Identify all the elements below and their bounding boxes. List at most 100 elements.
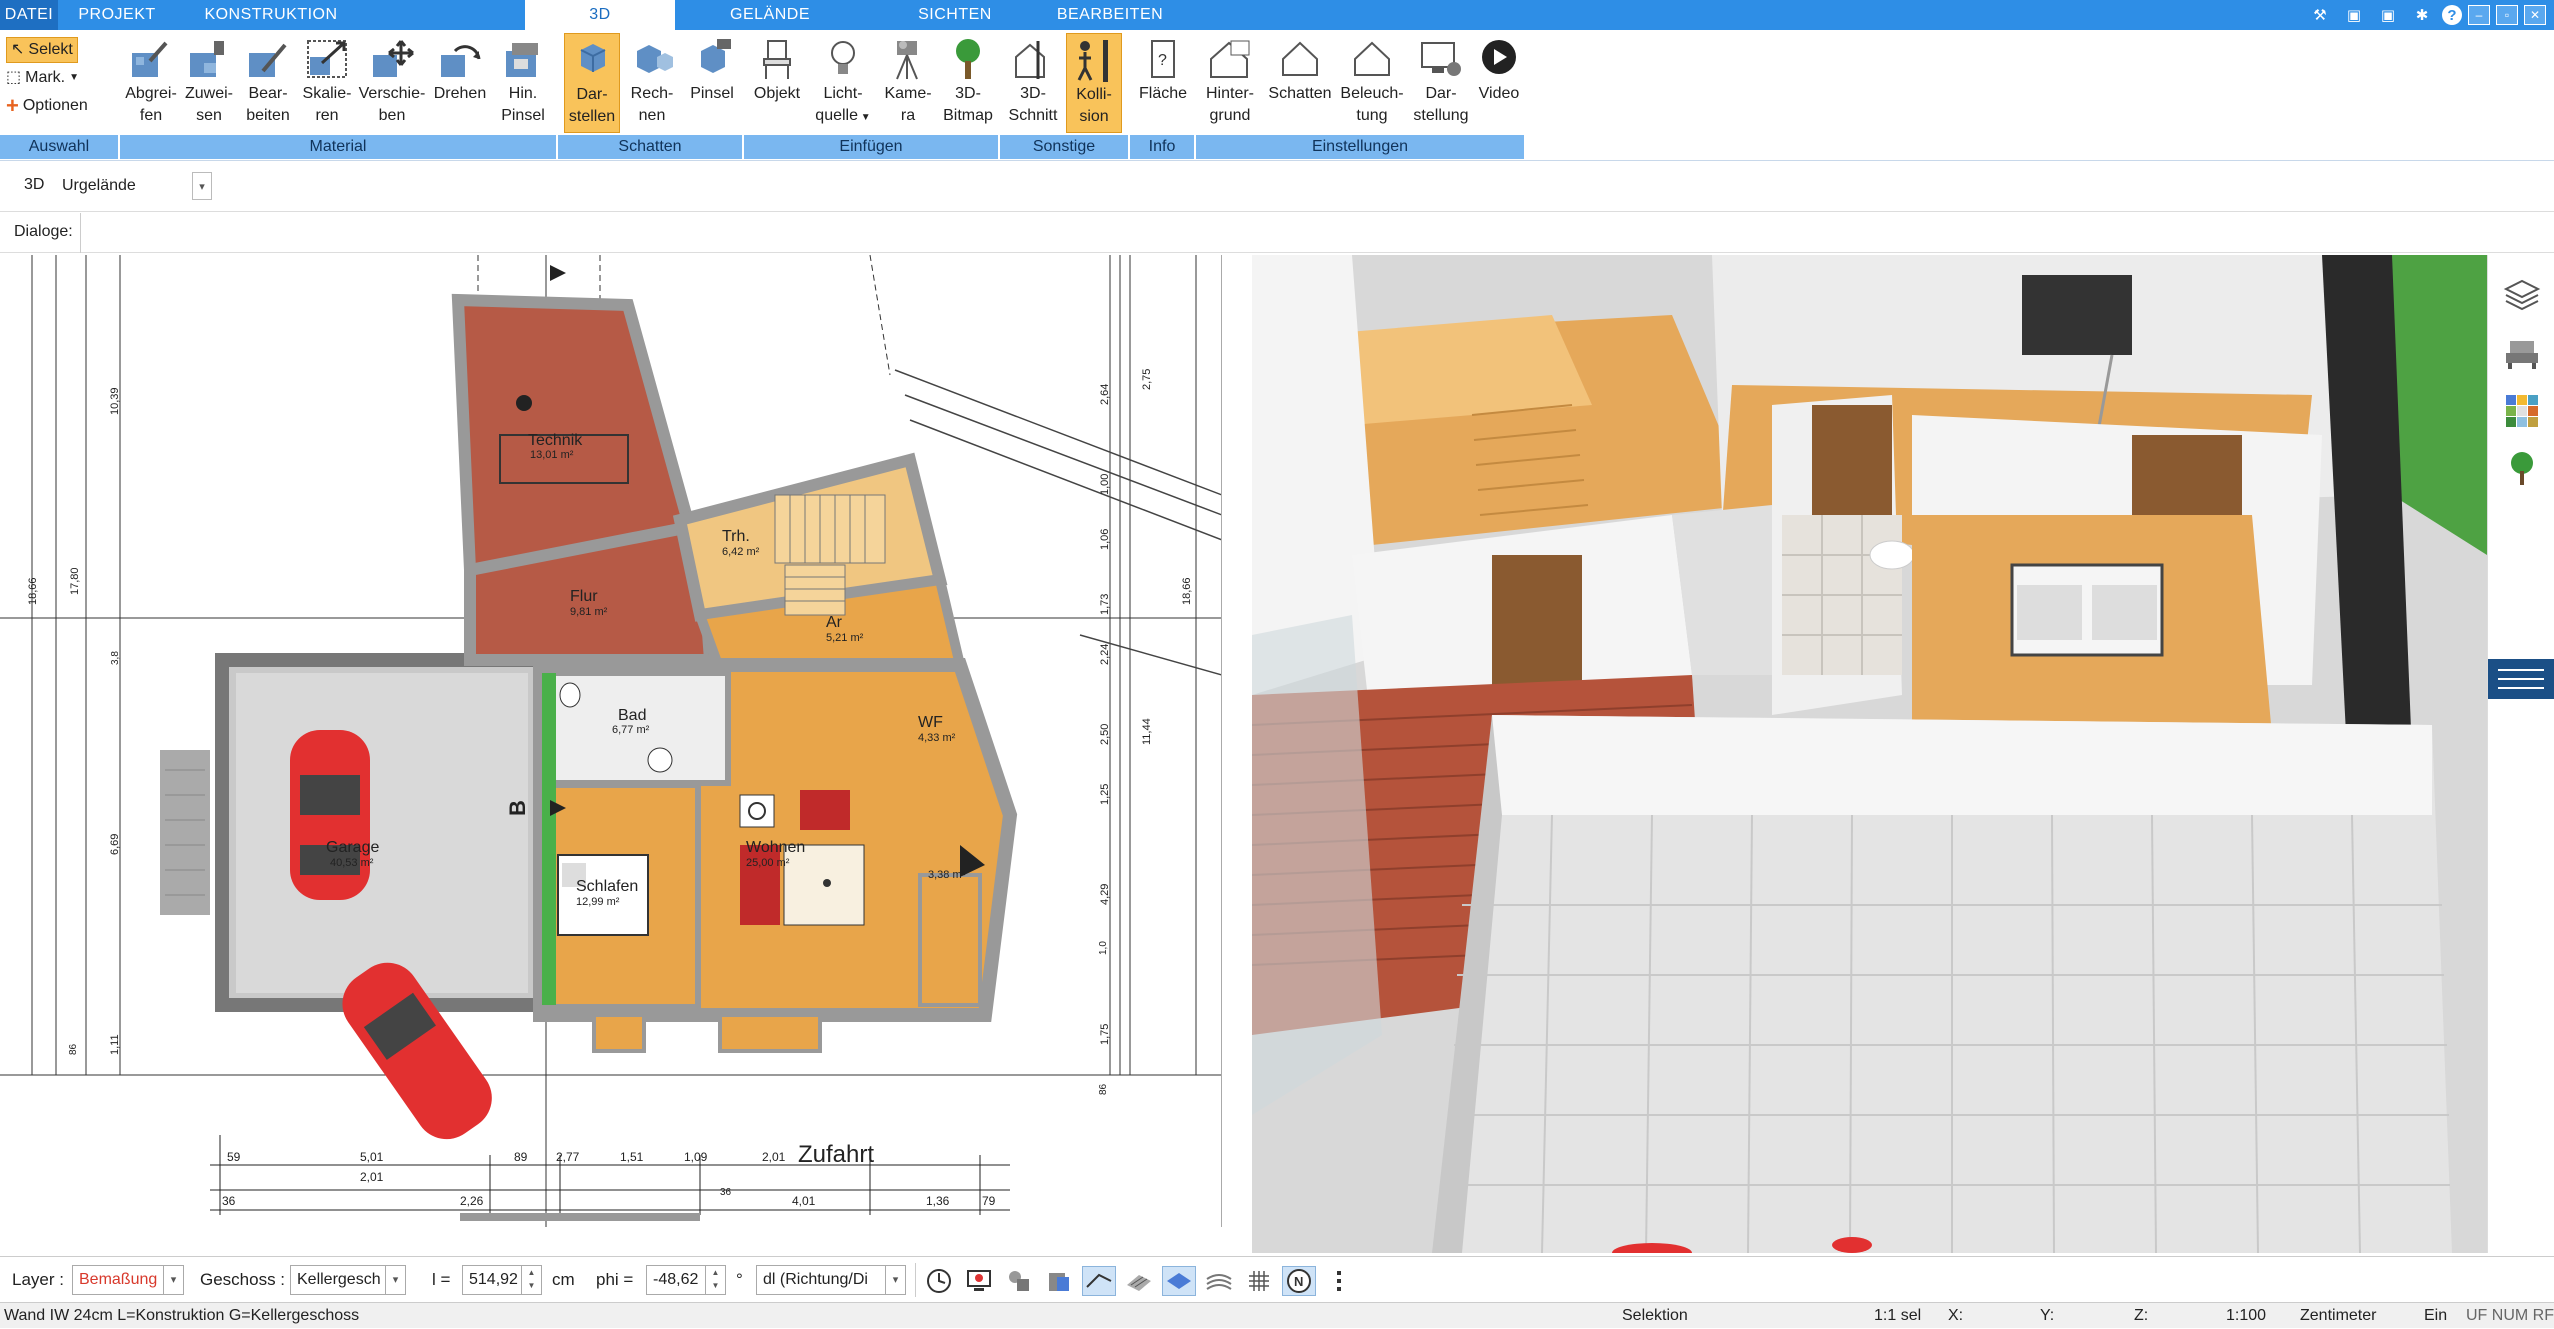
darstellung-button[interactable]: Dar-stellung [1408,33,1474,127]
clock-icon[interactable] [922,1266,956,1296]
verschieben-button[interactable]: Verschie-ben [356,33,428,127]
status-y: Y: [2040,1307,2055,1324]
objects-icon[interactable] [1002,1266,1036,1296]
hatch-icon[interactable] [1122,1266,1156,1296]
cube-calc-icon [637,45,673,73]
svg-text:11,44: 11,44 [1141,718,1153,745]
objekt-button[interactable]: Objekt [746,33,808,105]
3d-bitmap-button[interactable]: 3D- Bitmap [938,33,998,127]
svg-text:79: 79 [982,1194,996,1208]
pinsel-button[interactable]: Pinsel [682,33,742,105]
svg-text:B: B [505,800,530,816]
help-icon[interactable]: ? [2442,5,2462,25]
plant-icon[interactable] [2502,449,2542,489]
background-icon [1210,40,1250,78]
plan-horizontal-scrollbar[interactable] [460,1213,700,1221]
folder-icon[interactable]: ▣ [2340,3,2368,27]
north-icon[interactable]: N [1282,1266,1316,1296]
roof-icon[interactable] [1082,1266,1116,1296]
video-button[interactable]: Video [1474,33,1524,105]
bottom-toolbar: Layer : Bemaßung ▾ Geschoss : Kellergesc… [0,1256,2554,1302]
zuweisen-button[interactable]: Zuwei-sen [180,33,238,127]
window-controls: ⚒ ▣ ▣ ✱ ? – ▫ ✕ [2306,0,2554,30]
move-icon [373,40,414,77]
3d-view[interactable] [1252,255,2487,1253]
close-button[interactable]: ✕ [2524,5,2546,25]
tools-icon[interactable]: ⚒ [2306,3,2334,27]
svg-text:1,06: 1,06 [1099,529,1111,550]
group-label-material: Material [120,135,558,159]
length-input[interactable]: 514,92 ▲ ▼ [462,1265,542,1295]
more-options-icon[interactable] [1322,1266,1356,1296]
geschoss-select[interactable]: Kellergesch ▾ [290,1265,406,1295]
bearbeiten-button[interactable]: Bear-beiten [238,33,298,127]
folder-icon[interactable]: ▣ [2374,3,2402,27]
mark-button[interactable]: ⬚ Mark. ▼ [6,65,79,91]
kollision-button[interactable]: Kolli-sion [1066,33,1122,133]
hintergrund-button[interactable]: Hinter-grund [1198,33,1262,127]
svg-text:1,09: 1,09 [684,1150,708,1164]
house-shadow-icon [1282,41,1318,76]
3d-schnitt-button[interactable]: 3D- Schnitt [1002,33,1064,127]
tab-projekt[interactable]: PROJEKT [62,0,172,30]
room-area: 6,77 m² [612,724,650,736]
panel-toggle-button[interactable] [2488,659,2554,699]
menu-icon [2498,669,2544,671]
hin-pinsel-button[interactable]: Hin. Pinsel [492,33,554,127]
status-z: Z: [2134,1307,2149,1324]
tab-3d[interactable]: 3D [525,0,675,31]
floor-plan-view[interactable]: B Technik 13,01 m² Trh. 6,42 m² Flur 9,8… [0,255,1222,1227]
svg-text:1,75: 1,75 [1099,1024,1111,1045]
terrain-icon[interactable] [1202,1266,1236,1296]
svg-text:2,26: 2,26 [460,1194,484,1208]
pipette-icon [132,41,168,77]
settings-icon[interactable]: ✱ [2408,3,2436,27]
terrain-select[interactable]: Urgelände ▾ [56,172,212,202]
selekt-button[interactable]: ↖ Selekt [6,37,78,63]
kamera-button[interactable]: Kame-ra [878,33,938,127]
edit-material-icon [249,43,287,77]
status-bar: Wand IW 24cm L=Konstruktion G=Kellergesc… [0,1302,2554,1328]
flaeche-button[interactable]: ? Fläche [1132,33,1194,105]
room-area: 6,42 m² [722,546,760,558]
rechnen-button[interactable]: Rech-nen [624,33,680,127]
svg-text:?: ? [1158,52,1167,69]
optionen-button[interactable]: + Optionen [6,93,88,119]
drehen-button[interactable]: Drehen [430,33,490,105]
status-selection: 1:1 sel [1874,1307,1922,1324]
cabinet-icon[interactable] [1042,1266,1076,1296]
material-palette-icon[interactable] [2502,391,2542,431]
3d-render-canvas[interactable] [1252,255,2487,1253]
schatten-einstellung-button[interactable]: Schatten [1264,33,1336,105]
lichtquelle-button[interactable]: Licht-quelle ▼ [810,33,876,129]
svg-text:4,01: 4,01 [792,1194,816,1208]
status-mode: Selektion [1622,1307,1688,1324]
armchair-icon[interactable] [2502,333,2542,373]
layer-select[interactable]: Bemaßung ▾ [72,1265,184,1295]
abgreifen-button[interactable]: Abgrei-fen [122,33,180,127]
tv-screen [2022,275,2132,355]
tab-gelaende[interactable]: GELÄNDE [700,0,840,30]
tab-bearbeiten[interactable]: BEARBEITEN [1040,0,1180,30]
direction-select[interactable]: dl (Richtung/Di ▾ [756,1265,906,1295]
room-name: Wohnen [746,839,805,856]
beleuchtung-button[interactable]: Beleuch-tung [1336,33,1408,127]
car-garage-icon [290,730,370,900]
svg-text:5,01: 5,01 [360,1150,384,1164]
layers-icon[interactable] [2502,275,2542,315]
monitor-icon[interactable] [962,1266,996,1296]
tab-datei[interactable]: DATEI [0,0,58,30]
tab-konstruktion[interactable]: KONSTRUKTION [180,0,362,30]
chevron-down-icon: ▾ [163,1266,183,1294]
phi-input[interactable]: -48,62 ▲ ▼ [646,1265,726,1295]
skalieren-button[interactable]: Skalie-ren [298,33,356,127]
tab-sichten[interactable]: SICHTEN [880,0,1030,30]
restore-button[interactable]: ▫ [2496,5,2518,25]
room-name: Technik [528,432,583,449]
minimize-button[interactable]: – [2468,5,2490,25]
plane-icon[interactable] [1162,1266,1196,1296]
darstellen-button[interactable]: Dar-stellen [564,33,620,133]
grid-icon[interactable] [1242,1266,1276,1296]
room-area: 9,81 m² [570,606,608,618]
floor-plan-canvas[interactable]: B Technik 13,01 m² Trh. 6,42 m² Flur 9,8… [0,255,1222,1227]
